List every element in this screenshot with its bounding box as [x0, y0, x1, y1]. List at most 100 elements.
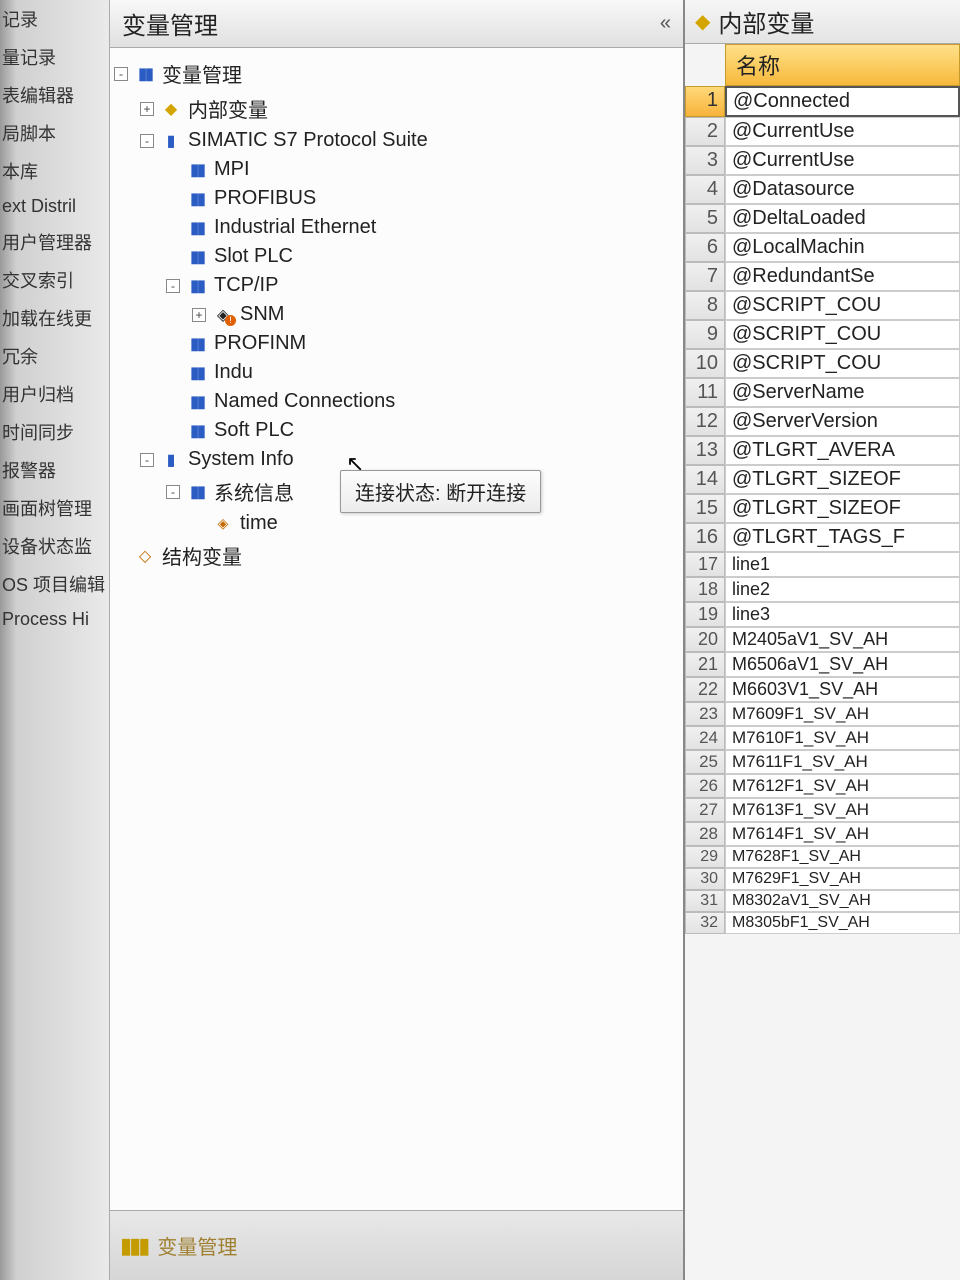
- explorer-item[interactable]: 量记录: [0, 38, 109, 76]
- cell-name[interactable]: M6603V1_SV_AH: [725, 677, 960, 702]
- cell-name[interactable]: @ServerName: [725, 378, 960, 407]
- cell-name[interactable]: @SCRIPT_COU: [725, 349, 960, 378]
- explorer-item[interactable]: 时间同步: [0, 413, 109, 451]
- tree-node[interactable]: ◈time: [114, 509, 679, 538]
- explorer-item[interactable]: ext Distril: [0, 190, 109, 223]
- table-row[interactable]: 11@ServerName: [685, 378, 960, 407]
- cell-name[interactable]: @RedundantSe: [725, 262, 960, 291]
- cell-name[interactable]: M6506aV1_SV_AH: [725, 652, 960, 677]
- cell-name[interactable]: @LocalMachin: [725, 233, 960, 262]
- explorer-item[interactable]: 加载在线更: [0, 299, 109, 337]
- table-row[interactable]: 23M7609F1_SV_AH: [685, 702, 960, 726]
- explorer-item[interactable]: 局脚本: [0, 114, 109, 152]
- explorer-item[interactable]: 用户管理器: [0, 223, 109, 261]
- table-row[interactable]: 2@CurrentUse: [685, 117, 960, 146]
- tree-panel-footer[interactable]: ▮▮▮ 变量管理: [110, 1210, 683, 1280]
- explorer-item[interactable]: 设备状态监: [0, 527, 109, 565]
- tree-node[interactable]: ▮▮Named Connections: [114, 387, 679, 416]
- table-row[interactable]: 7@RedundantSe: [685, 262, 960, 291]
- table-row[interactable]: 24M7610F1_SV_AH: [685, 726, 960, 750]
- cell-name[interactable]: M7609F1_SV_AH: [725, 702, 960, 726]
- collapse-icon[interactable]: -: [114, 67, 128, 81]
- cell-name[interactable]: M7613F1_SV_AH: [725, 798, 960, 822]
- table-row[interactable]: 26M7612F1_SV_AH: [685, 774, 960, 798]
- cell-name[interactable]: M7629F1_SV_AH: [725, 868, 960, 890]
- collapse-icon[interactable]: -: [166, 279, 180, 293]
- table-row[interactable]: 29M7628F1_SV_AH: [685, 846, 960, 868]
- collapse-icon[interactable]: -: [166, 485, 180, 499]
- tree-node[interactable]: ▮▮Soft PLC: [114, 416, 679, 445]
- table-row[interactable]: 12@ServerVersion: [685, 407, 960, 436]
- table-row[interactable]: 6@LocalMachin: [685, 233, 960, 262]
- cell-name[interactable]: @TLGRT_AVERA: [725, 436, 960, 465]
- cell-name[interactable]: @CurrentUse: [725, 117, 960, 146]
- table-row[interactable]: 22M6603V1_SV_AH: [685, 677, 960, 702]
- expand-icon[interactable]: +: [140, 102, 154, 116]
- table-row[interactable]: 30M7629F1_SV_AH: [685, 868, 960, 890]
- table-row[interactable]: 3@CurrentUse: [685, 146, 960, 175]
- explorer-item[interactable]: 表编辑器: [0, 76, 109, 114]
- tree-node[interactable]: +◆内部变量: [114, 91, 679, 126]
- explorer-item[interactable]: 本库: [0, 152, 109, 190]
- cell-name[interactable]: M7611F1_SV_AH: [725, 750, 960, 774]
- table-row[interactable]: 20M2405aV1_SV_AH: [685, 627, 960, 652]
- table-row[interactable]: 5@DeltaLoaded: [685, 204, 960, 233]
- table-row[interactable]: 32M8305bF1_SV_AH: [685, 912, 960, 934]
- tree-node[interactable]: ▮▮MPI: [114, 155, 679, 184]
- cell-name[interactable]: M7612F1_SV_AH: [725, 774, 960, 798]
- explorer-item[interactable]: OS 项目编辑: [0, 565, 109, 603]
- explorer-item[interactable]: 画面树管理: [0, 489, 109, 527]
- table-row[interactable]: 21M6506aV1_SV_AH: [685, 652, 960, 677]
- cell-name[interactable]: @DeltaLoaded: [725, 204, 960, 233]
- explorer-item[interactable]: 交叉索引: [0, 261, 109, 299]
- tree-node[interactable]: -▮▮TCP/IP: [114, 271, 679, 300]
- cell-name[interactable]: @TLGRT_SIZEOF: [725, 494, 960, 523]
- cell-name[interactable]: @Datasource: [725, 175, 960, 204]
- table-row[interactable]: 25M7611F1_SV_AH: [685, 750, 960, 774]
- table-row[interactable]: 13@TLGRT_AVERA: [685, 436, 960, 465]
- explorer-item[interactable]: 记录: [0, 0, 109, 38]
- table-row[interactable]: 17line1: [685, 552, 960, 577]
- collapse-icon[interactable]: -: [140, 134, 154, 148]
- cell-name[interactable]: M7628F1_SV_AH: [725, 846, 960, 868]
- cell-name[interactable]: line3: [725, 602, 960, 627]
- table-row[interactable]: 4@Datasource: [685, 175, 960, 204]
- tree-node[interactable]: -▮SIMATIC S7 Protocol Suite: [114, 126, 679, 155]
- collapse-icon[interactable]: -: [140, 453, 154, 467]
- table-row[interactable]: 1@Connected: [685, 86, 960, 117]
- cell-name[interactable]: @SCRIPT_COU: [725, 320, 960, 349]
- column-header-name[interactable]: 名称: [725, 44, 960, 86]
- cell-name[interactable]: @SCRIPT_COU: [725, 291, 960, 320]
- tree-node[interactable]: +◈SNM: [114, 300, 679, 329]
- cell-name[interactable]: @TLGRT_TAGS_F: [725, 523, 960, 552]
- cell-name[interactable]: line2: [725, 577, 960, 602]
- table-row[interactable]: 18line2: [685, 577, 960, 602]
- explorer-item[interactable]: 用户归档: [0, 375, 109, 413]
- table-row[interactable]: 31M8302aV1_SV_AH: [685, 890, 960, 912]
- table-row[interactable]: 27M7613F1_SV_AH: [685, 798, 960, 822]
- table-row[interactable]: 15@TLGRT_SIZEOF: [685, 494, 960, 523]
- cell-name[interactable]: M7614F1_SV_AH: [725, 822, 960, 846]
- table-row[interactable]: 19line3: [685, 602, 960, 627]
- tree-node[interactable]: -▮▮变量管理: [114, 56, 679, 91]
- explorer-item[interactable]: Process Hi: [0, 603, 109, 636]
- cell-name[interactable]: @CurrentUse: [725, 146, 960, 175]
- tree-node[interactable]: ▮▮Indu: [114, 358, 679, 387]
- tree-node[interactable]: ▮▮PROFINM: [114, 329, 679, 358]
- cell-name[interactable]: M7610F1_SV_AH: [725, 726, 960, 750]
- table-row[interactable]: 16@TLGRT_TAGS_F: [685, 523, 960, 552]
- cell-name[interactable]: @ServerVersion: [725, 407, 960, 436]
- expand-icon[interactable]: +: [192, 308, 206, 322]
- explorer-item[interactable]: 报警器: [0, 451, 109, 489]
- cell-name[interactable]: @Connected: [725, 86, 960, 117]
- cell-name[interactable]: @TLGRT_SIZEOF: [725, 465, 960, 494]
- table-row[interactable]: 28M7614F1_SV_AH: [685, 822, 960, 846]
- cell-name[interactable]: line1: [725, 552, 960, 577]
- explorer-item[interactable]: 冗余: [0, 337, 109, 375]
- table-row[interactable]: 14@TLGRT_SIZEOF: [685, 465, 960, 494]
- tree-node[interactable]: ▮▮PROFIBUS: [114, 184, 679, 213]
- tree-node[interactable]: ▮▮Slot PLC: [114, 242, 679, 271]
- table-row[interactable]: 10@SCRIPT_COU: [685, 349, 960, 378]
- tree-node[interactable]: ▮▮Industrial Ethernet: [114, 213, 679, 242]
- tree-node[interactable]: ◇结构变量: [114, 538, 679, 573]
